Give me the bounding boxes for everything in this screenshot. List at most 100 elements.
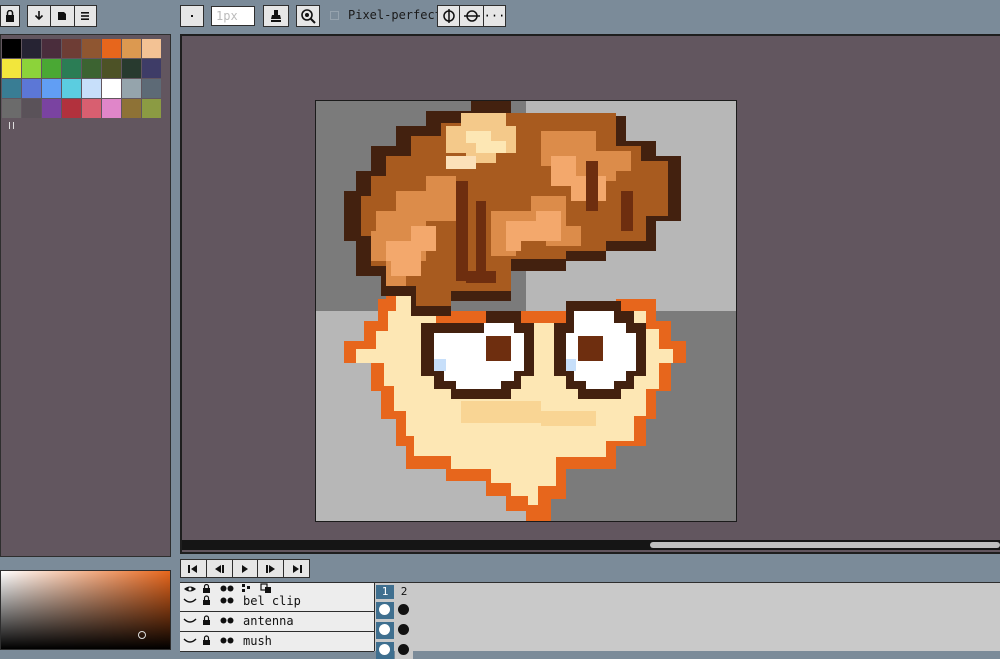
zoom-button[interactable] [296, 5, 320, 27]
new-layer-icon[interactable] [260, 583, 272, 593]
palette-swatch[interactable] [22, 99, 41, 118]
palette-swatch[interactable] [62, 79, 81, 98]
cel-dot-icon [379, 624, 390, 635]
palette-swatch[interactable] [102, 39, 121, 58]
canvas-area[interactable] [180, 34, 1000, 554]
link-layers-icon[interactable] [241, 583, 251, 593]
frame-cel[interactable] [395, 622, 413, 639]
palette-swatch[interactable] [2, 59, 21, 78]
frame-header-1[interactable]: 1 [376, 585, 394, 599]
more-options-button[interactable]: ··· [484, 6, 506, 26]
palette-swatch[interactable] [2, 79, 21, 98]
palette-swatch[interactable] [142, 39, 161, 58]
palette-swatch[interactable] [122, 39, 141, 58]
brush-size-button[interactable] [180, 5, 204, 27]
layer-row[interactable]: mush [180, 633, 374, 652]
horizontal-scrollbar-thumb[interactable] [650, 542, 1000, 548]
palette-swatch[interactable] [142, 79, 161, 98]
palette-swatch[interactable] [142, 99, 161, 118]
menu-button[interactable] [75, 6, 96, 26]
frame-cel[interactable] [376, 622, 394, 639]
visibility-icon[interactable] [183, 597, 197, 605]
frame-cel[interactable] [395, 602, 413, 619]
palette-swatch[interactable] [82, 39, 101, 58]
fill-button[interactable] [263, 5, 289, 27]
palette-swatch[interactable] [82, 99, 101, 118]
last-frame-icon [292, 564, 302, 573]
layers-list: bel clip antenna mush [180, 583, 375, 652]
color-picker-cursor[interactable] [138, 631, 146, 639]
save-button[interactable] [51, 6, 75, 26]
playback-controls [180, 557, 1000, 581]
prev-frame-icon [215, 564, 225, 573]
palette-swatch[interactable] [122, 99, 141, 118]
symmetry-button-group: ··· [437, 5, 506, 27]
palette-swatch[interactable] [82, 79, 101, 98]
visibility-icon[interactable] [183, 637, 197, 645]
playback-button-group [180, 559, 310, 578]
frame-cel[interactable] [376, 642, 394, 659]
palette-swatch[interactable] [42, 99, 61, 118]
cel-dot-icon [398, 604, 409, 615]
next-frame-button[interactable] [258, 560, 285, 577]
palette-swatch[interactable] [62, 39, 81, 58]
brush-size-input[interactable]: 1px [211, 6, 255, 26]
palette-swatch[interactable] [42, 39, 61, 58]
palette-panel [0, 34, 171, 557]
palette-swatch[interactable] [62, 59, 81, 78]
layers-header [180, 583, 374, 593]
frame-header-2[interactable]: 2 [395, 585, 413, 599]
palette-swatch[interactable] [42, 79, 61, 98]
palette-swatch[interactable] [82, 59, 101, 78]
menu-icon [81, 12, 90, 20]
last-frame-button[interactable] [284, 560, 309, 577]
lock-button[interactable] [0, 5, 20, 27]
layer-name: antenna [243, 614, 294, 628]
lock-icon[interactable] [202, 595, 211, 605]
layer-row[interactable]: antenna [180, 613, 374, 632]
palette-swatch[interactable] [122, 59, 141, 78]
palette-swatch[interactable] [2, 99, 21, 118]
save-icon [58, 12, 67, 20]
download-button[interactable] [28, 6, 52, 26]
palette-swatch[interactable] [142, 59, 161, 78]
sprite-canvas[interactable] [315, 100, 737, 522]
onion-skin-icon[interactable] [220, 585, 234, 592]
lock-header-icon[interactable] [202, 584, 211, 593]
symmetry-vertical-icon [442, 9, 455, 23]
lock-icon[interactable] [202, 635, 211, 645]
palette-swatch[interactable] [2, 39, 21, 58]
palette-swatch[interactable] [122, 79, 141, 98]
layer-row[interactable]: bel clip [180, 593, 374, 612]
palette-swatch[interactable] [22, 59, 41, 78]
onion-skin-icon[interactable] [220, 617, 234, 624]
horizontal-symmetry-button[interactable] [460, 6, 484, 26]
lock-icon[interactable] [202, 615, 211, 625]
palette-swatch[interactable] [102, 59, 121, 78]
zoom-icon [301, 9, 316, 24]
prev-frame-button[interactable] [207, 560, 233, 577]
palette-swatch[interactable] [102, 99, 121, 118]
palette-resize-handle[interactable] [9, 122, 14, 129]
timeline-panel: bel clip antenna mush 1 2 [180, 582, 1000, 659]
eye-icon[interactable] [183, 585, 197, 593]
color-picker[interactable] [0, 570, 171, 650]
palette-swatch[interactable] [62, 99, 81, 118]
palette-swatch[interactable] [22, 39, 41, 58]
palette-swatch[interactable] [42, 59, 61, 78]
vertical-symmetry-button[interactable] [438, 6, 461, 26]
onion-skin-icon[interactable] [220, 637, 234, 644]
frame-cel[interactable] [395, 642, 413, 659]
palette-swatch[interactable] [102, 79, 121, 98]
palette-swatch[interactable] [22, 79, 41, 98]
dot-icon [191, 15, 193, 17]
visibility-icon[interactable] [183, 617, 197, 625]
layer-name: mush [243, 634, 272, 648]
frame-cel[interactable] [376, 602, 394, 619]
first-frame-button[interactable] [181, 560, 207, 577]
pixel-perfect-checkbox[interactable] [330, 11, 339, 20]
play-button[interactable] [233, 560, 259, 577]
play-icon [241, 564, 248, 573]
sprite-artwork [316, 101, 736, 521]
onion-skin-icon[interactable] [220, 597, 234, 604]
